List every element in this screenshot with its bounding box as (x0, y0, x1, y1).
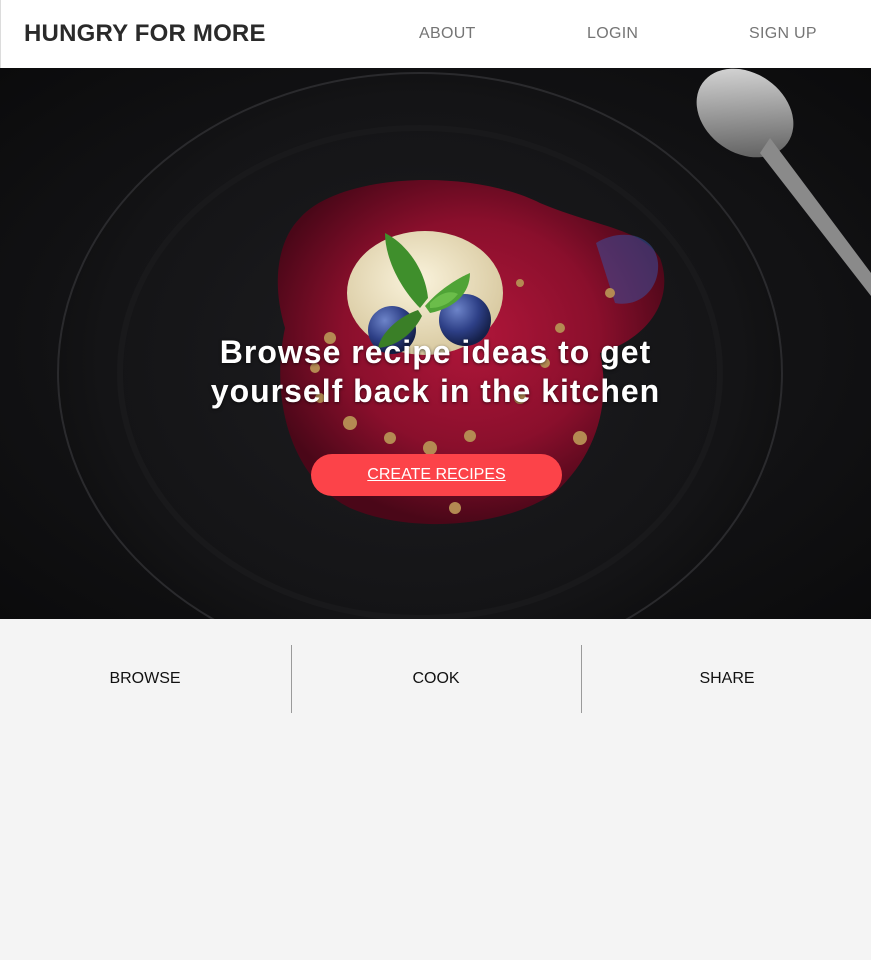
feature-cook[interactable]: COOK (291, 645, 581, 713)
hero-headline-line-1: Browse recipe ideas to get (219, 334, 652, 370)
nav-link-signup[interactable]: SIGN UP (749, 25, 817, 43)
nav-link-about[interactable]: ABOUT (419, 25, 476, 43)
create-recipes-button[interactable]: CREATE RECIPES (311, 454, 562, 496)
hero-banner: Browse recipe ideas to get yourself back… (0, 68, 871, 619)
hero-headline: Browse recipe ideas to get yourself back… (0, 333, 871, 411)
feature-browse[interactable]: BROWSE (0, 645, 290, 713)
features-section: BROWSE COOK SHARE (0, 619, 871, 960)
nav-link-login[interactable]: LOGIN (587, 25, 638, 43)
brand-logo[interactable]: HUNGRY FOR MORE (24, 20, 266, 48)
hero-headline-line-2: yourself back in the kitchen (210, 373, 661, 409)
feature-share[interactable]: SHARE (582, 645, 871, 713)
top-navbar: HUNGRY FOR MORE ABOUT LOGIN SIGN UP (0, 0, 871, 68)
